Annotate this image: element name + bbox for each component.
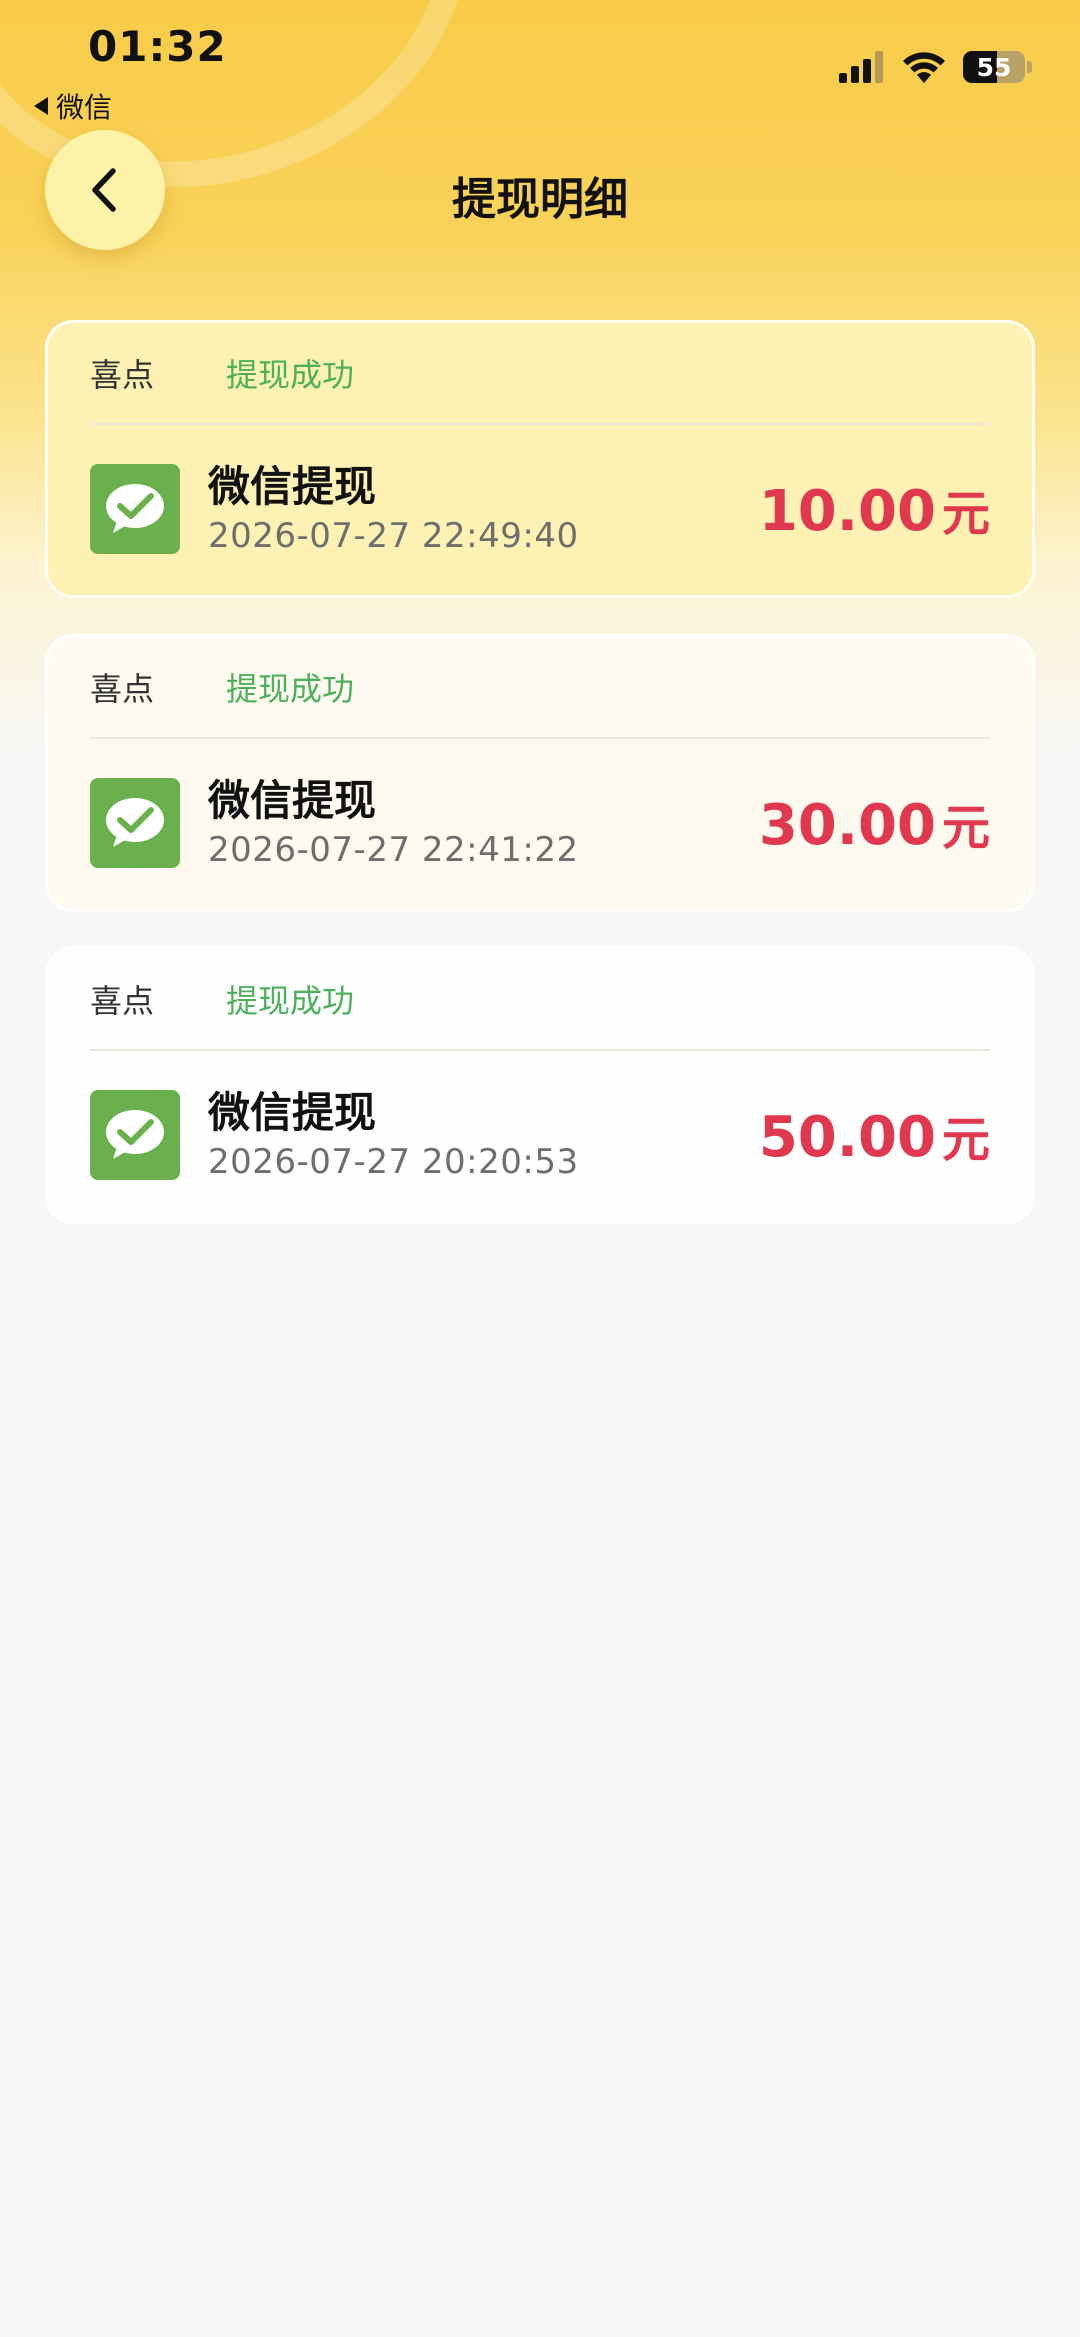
record-status: 提现成功 bbox=[226, 670, 355, 708]
record-card[interactable]: 喜点 提现成功 微信提现 2026-07-27 20:20:53 50.00 元 bbox=[45, 946, 1035, 1224]
record-title: 微信提现 bbox=[208, 775, 377, 825]
record-source: 喜点 bbox=[90, 982, 155, 1020]
wifi-icon bbox=[903, 52, 945, 83]
page-title: 提现明细 bbox=[452, 174, 628, 225]
wechat-icon bbox=[90, 1090, 180, 1180]
status-time: 01:32 bbox=[88, 22, 227, 71]
amount-value: 50.00 bbox=[758, 1105, 936, 1170]
back-triangle-icon bbox=[34, 97, 48, 115]
record-time: 2026-07-27 22:41:22 bbox=[208, 830, 579, 871]
record-status: 提现成功 bbox=[226, 982, 355, 1020]
amount-value: 30.00 bbox=[758, 793, 936, 858]
amount-value: 10.00 bbox=[758, 479, 936, 544]
record-title: 微信提现 bbox=[208, 1087, 377, 1137]
battery-cap bbox=[1027, 61, 1032, 73]
status-indicators: 55 bbox=[839, 50, 1032, 84]
signal-icon bbox=[839, 51, 883, 83]
record-source: 喜点 bbox=[90, 670, 155, 708]
back-app-label: 微信 bbox=[56, 91, 113, 124]
amount-unit: 元 bbox=[941, 486, 990, 542]
record-header: 喜点 提现成功 bbox=[90, 949, 990, 1051]
record-card[interactable]: 喜点 提现成功 微信提现 2026-07-27 22:41:22 30.00 元 bbox=[45, 634, 1035, 912]
record-amount: 50.00 元 bbox=[759, 1100, 990, 1170]
record-body: 微信提现 2026-07-27 22:41:22 30.00 元 bbox=[90, 737, 990, 909]
record-amount: 10.00 元 bbox=[759, 474, 990, 544]
record-header: 喜点 提现成功 bbox=[90, 637, 990, 739]
record-time: 2026-07-27 22:49:40 bbox=[208, 516, 579, 557]
record-body: 微信提现 2026-07-27 22:49:40 10.00 元 bbox=[90, 423, 990, 595]
record-source: 喜点 bbox=[90, 356, 155, 394]
record-amount: 30.00 元 bbox=[759, 788, 990, 858]
record-time: 2026-07-27 20:20:53 bbox=[208, 1142, 579, 1183]
amount-unit: 元 bbox=[941, 1112, 990, 1168]
record-status: 提现成功 bbox=[226, 356, 355, 394]
battery-icon: 55 bbox=[963, 51, 1025, 83]
record-header: 喜点 提现成功 bbox=[90, 323, 990, 425]
wechat-icon bbox=[90, 778, 180, 868]
record-body: 微信提现 2026-07-27 20:20:53 50.00 元 bbox=[90, 1049, 990, 1221]
back-to-app-link[interactable]: 微信 bbox=[34, 86, 112, 126]
amount-unit: 元 bbox=[941, 800, 990, 856]
wechat-icon bbox=[90, 464, 180, 554]
record-card[interactable]: 喜点 提现成功 微信提现 2026-07-27 22:49:40 10.00 元 bbox=[45, 320, 1035, 598]
record-title: 微信提现 bbox=[208, 461, 377, 511]
battery-level: 55 bbox=[976, 52, 1012, 82]
